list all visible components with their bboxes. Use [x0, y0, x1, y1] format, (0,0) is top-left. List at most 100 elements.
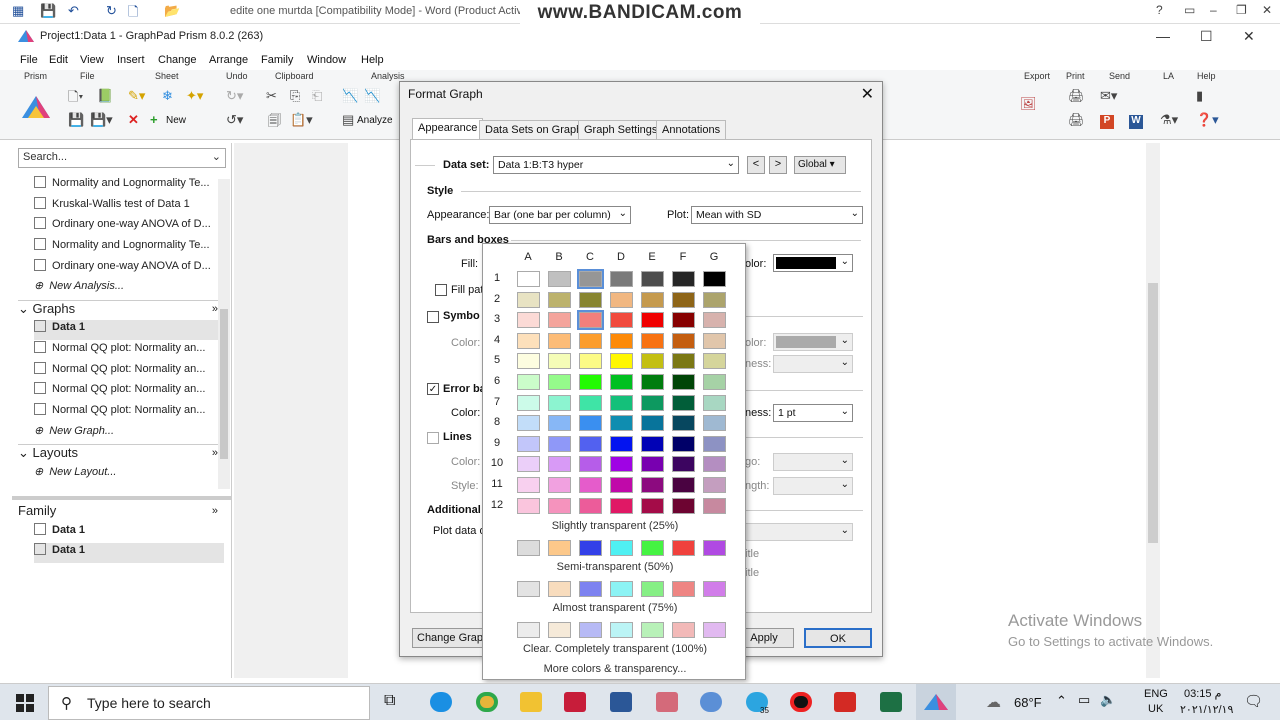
- global-button[interactable]: Global ▾: [794, 156, 846, 174]
- save-project-icon[interactable]: 💾: [68, 112, 84, 128]
- menu-insert[interactable]: Insert: [117, 54, 145, 66]
- chevron-up-icon[interactable]: ⌃: [1056, 693, 1067, 709]
- color-swatch[interactable]: [610, 394, 633, 411]
- menu-help[interactable]: Help: [361, 54, 384, 66]
- color-swatch[interactable]: [610, 622, 633, 639]
- color-swatch[interactable]: [548, 271, 571, 287]
- color-swatch[interactable]: [579, 394, 602, 411]
- scrollbar-thumb[interactable]: [1148, 283, 1158, 543]
- color-swatch[interactable]: [703, 456, 726, 473]
- powerpoint-icon[interactable]: P: [1100, 115, 1114, 129]
- color-swatch[interactable]: [579, 456, 602, 473]
- color-swatch[interactable]: [548, 622, 571, 639]
- undo-icon[interactable]: ↶: [68, 3, 79, 19]
- color-swatch[interactable]: [703, 477, 726, 493]
- color-swatch[interactable]: [517, 374, 540, 390]
- new-doc-icon[interactable]: 🗋: [128, 3, 138, 25]
- language-region[interactable]: UK: [1148, 703, 1163, 715]
- color-swatch[interactable]: [579, 477, 602, 493]
- new-sheet-label[interactable]: New: [166, 115, 186, 126]
- color-swatch[interactable]: [548, 477, 571, 493]
- color-swatch[interactable]: [610, 312, 633, 329]
- color-swatch[interactable]: [548, 456, 571, 473]
- color-swatch[interactable]: [517, 435, 540, 452]
- color-swatch[interactable]: [548, 435, 571, 452]
- fill-pattern-checkbox[interactable]: [435, 284, 447, 296]
- new-graph-link[interactable]: ⊕ New Graph...: [34, 424, 224, 444]
- color-swatch[interactable]: [703, 394, 726, 411]
- tab-graph-settings[interactable]: Graph Settings: [578, 120, 664, 140]
- color-swatch[interactable]: [579, 540, 602, 557]
- color-swatch[interactable]: [579, 291, 602, 308]
- color-swatch[interactable]: [672, 622, 695, 639]
- color-swatch[interactable]: [610, 456, 633, 473]
- color-swatch[interactable]: [672, 394, 695, 411]
- color-swatch[interactable]: [641, 497, 664, 514]
- color-swatch[interactable]: [577, 269, 604, 289]
- color-swatch[interactable]: [610, 435, 633, 452]
- cut-icon[interactable]: ✂: [266, 88, 277, 104]
- color-swatch[interactable]: [703, 581, 726, 598]
- color-swatch[interactable]: [579, 332, 602, 349]
- color-swatch[interactable]: [517, 394, 540, 411]
- menu-view[interactable]: View: [80, 54, 104, 66]
- family-item[interactable]: Data 1: [34, 523, 224, 543]
- additional-select[interactable]: ⌄: [743, 523, 853, 541]
- error-thickness-select[interactable]: 1 pt ⌄: [773, 404, 853, 422]
- color-swatch[interactable]: [548, 312, 571, 329]
- color-swatch[interactable]: [548, 581, 571, 598]
- color-swatch[interactable]: [548, 374, 571, 390]
- snowflake-icon[interactable]: ❄: [162, 88, 173, 104]
- menu-arrange[interactable]: Arrange: [209, 54, 248, 66]
- sheet-scrollbar[interactable]: [1146, 143, 1160, 678]
- family-section-header[interactable]: Family»: [18, 503, 218, 523]
- color-swatch[interactable]: [517, 291, 540, 308]
- color-swatch[interactable]: [672, 415, 695, 432]
- color-swatch[interactable]: [641, 581, 664, 598]
- color-swatch[interactable]: [517, 581, 540, 598]
- color-swatch[interactable]: [517, 312, 540, 329]
- word-close-icon[interactable]: ✕: [1262, 3, 1272, 17]
- color-swatch[interactable]: [703, 497, 726, 514]
- analysis-item[interactable]: Normality and Lognormality Te...: [34, 238, 224, 258]
- word-minimize-icon[interactable]: –: [1210, 3, 1217, 17]
- color-swatch[interactable]: [610, 271, 633, 287]
- color-swatch[interactable]: [672, 291, 695, 308]
- color-swatch[interactable]: [672, 312, 695, 329]
- color-swatch[interactable]: [579, 353, 602, 370]
- layouts-section-header[interactable]: ⌄ Layouts»: [18, 444, 218, 464]
- la-icon[interactable]: ⚗▾: [1160, 112, 1178, 128]
- delete-icon[interactable]: ✕: [128, 112, 139, 128]
- symbols-thickness-select[interactable]: ⌄: [773, 355, 853, 373]
- prism-minimize-icon[interactable]: —: [1156, 28, 1170, 44]
- weather-temp[interactable]: 68°F: [1014, 695, 1042, 710]
- color-swatch[interactable]: [641, 353, 664, 370]
- copy-icon[interactable]: ⎘: [290, 88, 300, 104]
- task-view-icon[interactable]: ⧉: [384, 692, 395, 710]
- color-swatch[interactable]: [672, 435, 695, 452]
- language-code[interactable]: ENG: [1144, 688, 1168, 700]
- undo-ribbon-icon[interactable]: ↺▾: [226, 112, 243, 128]
- symbols-checkbox[interactable]: [427, 311, 439, 323]
- previous-dataset-button[interactable]: <: [747, 156, 765, 174]
- word-help-icon[interactable]: ?: [1156, 3, 1163, 17]
- color-swatch[interactable]: [641, 291, 664, 308]
- menu-file[interactable]: File: [20, 54, 38, 66]
- save-as-icon[interactable]: 💾▾: [90, 112, 113, 128]
- word-ribbon-options-icon[interactable]: ▭: [1184, 3, 1195, 17]
- save-icon[interactable]: 💾: [40, 3, 56, 19]
- analysis-item[interactable]: Normality and Lognormality Te...: [34, 176, 224, 196]
- analysis-item[interactable]: Ordinary one-way ANOVA of D...: [34, 217, 224, 237]
- tab-data-sets[interactable]: Data Sets on Graph: [479, 120, 589, 140]
- color-swatch[interactable]: [548, 540, 571, 557]
- email-icon[interactable]: ✉▾: [1100, 88, 1117, 104]
- new-file-icon[interactable]: 🗋▾: [68, 88, 83, 110]
- color-swatch[interactable]: [517, 477, 540, 493]
- color-swatch[interactable]: [672, 477, 695, 493]
- highlight-icon[interactable]: ✎▾: [128, 88, 145, 104]
- color-swatch[interactable]: [641, 415, 664, 432]
- open-project-icon[interactable]: 📗: [97, 88, 113, 104]
- graph-item[interactable]: Data 1: [34, 320, 224, 340]
- color-swatch[interactable]: [517, 456, 540, 473]
- color-swatch[interactable]: [641, 435, 664, 452]
